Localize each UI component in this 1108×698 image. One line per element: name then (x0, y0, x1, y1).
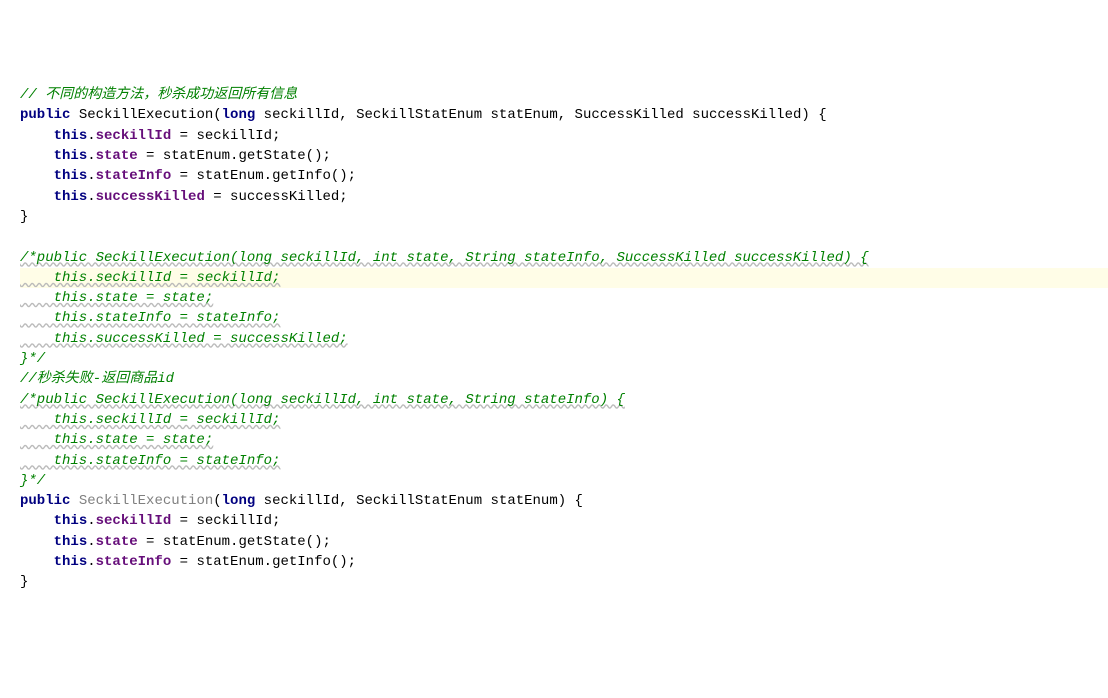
code-line: this.seckillId = seckillId; (20, 410, 1108, 430)
dot: . (87, 513, 95, 529)
code-line: public SeckillExecution(long seckillId, … (20, 105, 1108, 125)
code-line: this.stateInfo = statEnum.getInfo(); (20, 552, 1108, 572)
param: statEnum, (482, 107, 574, 123)
param: successKilled) { (684, 107, 827, 123)
field: seckillId (96, 128, 172, 144)
code-line: this.state = state; (20, 430, 1108, 450)
dot: . (87, 148, 95, 164)
field: seckillId (96, 513, 172, 529)
code-line: }*/ (20, 471, 1108, 491)
block-comment-end: }*/ (20, 351, 45, 367)
assign: = successKilled; (205, 189, 348, 205)
keyword: this (54, 554, 88, 570)
code-line-highlighted: this.seckillId = seckillId; (20, 268, 1108, 288)
code-line: this.seckillId = seckillId; (20, 126, 1108, 146)
code-line: /*public SeckillExecution(long seckillId… (20, 248, 1108, 268)
keyword: public (20, 493, 70, 509)
block-comment: this.seckillId = seckillId; (20, 412, 280, 428)
field: state (96, 148, 138, 164)
dot: . (87, 189, 95, 205)
field: stateInfo (96, 168, 172, 184)
keyword: this (54, 513, 88, 529)
code-line: this.state = statEnum.getState(); (20, 146, 1108, 166)
code-line: this.state = state; (20, 288, 1108, 308)
constructor-name-unused: SeckillExecution (79, 493, 213, 509)
field: state (96, 534, 138, 550)
keyword: this (54, 534, 88, 550)
dot: . (87, 128, 95, 144)
block-comment: /*public SeckillExecution(long seckillId… (20, 250, 869, 266)
code-line: this.stateInfo = stateInfo; (20, 451, 1108, 471)
field: stateInfo (96, 554, 172, 570)
assign: = seckillId; (171, 513, 280, 529)
paren: ( (213, 493, 221, 509)
keyword: this (54, 148, 88, 164)
assign: = statEnum.getState(); (138, 148, 331, 164)
block-comment: this.stateInfo = stateInfo; (20, 453, 280, 469)
keyword: this (54, 128, 88, 144)
keyword: this (54, 189, 88, 205)
code-line (20, 227, 1108, 247)
assign: = statEnum.getInfo(); (171, 554, 356, 570)
keyword: this (54, 168, 88, 184)
code-line: } (20, 572, 1108, 592)
code-line: }*/ (20, 349, 1108, 369)
assign: = statEnum.getInfo(); (171, 168, 356, 184)
code-line: this.stateInfo = statEnum.getInfo(); (20, 166, 1108, 186)
code-line: this.seckillId = seckillId; (20, 511, 1108, 531)
code-line: public SeckillExecution(long seckillId, … (20, 491, 1108, 511)
param: seckillId, (255, 493, 356, 509)
code-line: /*public SeckillExecution(long seckillId… (20, 390, 1108, 410)
block-comment: this.state = state; (20, 290, 213, 306)
code-line: this.successKilled = successKilled; (20, 329, 1108, 349)
assign: = seckillId; (171, 128, 280, 144)
type: SuccessKilled (575, 107, 684, 123)
field: successKilled (96, 189, 205, 205)
keyword: long (222, 493, 256, 509)
keyword: long (222, 107, 256, 123)
code-line: this.state = statEnum.getState(); (20, 532, 1108, 552)
param: statEnum) { (482, 493, 583, 509)
block-comment-end: }*/ (20, 473, 45, 489)
code-line: //秒杀失败-返回商品id (20, 369, 1108, 389)
block-comment: this.seckillId = seckillId; (20, 270, 280, 286)
block-comment: /*public SeckillExecution(long seckillId… (20, 392, 625, 408)
code-line: } (20, 207, 1108, 227)
type: SeckillStatEnum (356, 107, 482, 123)
dot: . (87, 168, 95, 184)
constructor-name: SeckillExecution( (70, 107, 221, 123)
param: seckillId, (255, 107, 356, 123)
block-comment: this.successKilled = successKilled; (20, 331, 348, 347)
code-editor-viewport[interactable]: // 不同的构造方法，秒杀成功返回所有信息 public SeckillExecu… (20, 85, 1108, 592)
comment: //秒杀失败-返回商品id (20, 371, 174, 387)
code-line: this.successKilled = successKilled; (20, 187, 1108, 207)
dot: . (87, 554, 95, 570)
code-line: this.stateInfo = stateInfo; (20, 308, 1108, 328)
keyword: public (20, 107, 70, 123)
type: SeckillStatEnum (356, 493, 482, 509)
assign: = statEnum.getState(); (138, 534, 331, 550)
comment: // 不同的构造方法，秒杀成功返回所有信息 (20, 87, 297, 103)
dot: . (87, 534, 95, 550)
block-comment: this.state = state; (20, 432, 213, 448)
code-line: // 不同的构造方法，秒杀成功返回所有信息 (20, 85, 1108, 105)
block-comment: this.stateInfo = stateInfo; (20, 310, 280, 326)
